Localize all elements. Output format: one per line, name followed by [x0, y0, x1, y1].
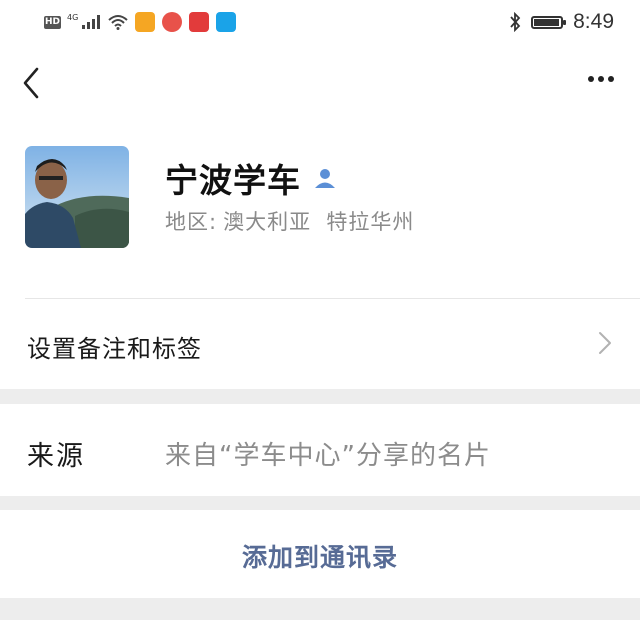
shop-app-icon: [189, 12, 210, 32]
video-app-icon: [135, 12, 156, 32]
section-gap: [0, 496, 640, 510]
set-remark-tags-label: 设置备注和标签: [27, 335, 202, 363]
status-time: 8:49: [573, 10, 614, 33]
status-bar-left: HD 4G: [44, 10, 237, 34]
source-row: 来源 来自“学车中心”分享的名片: [0, 404, 640, 496]
add-to-contacts-button[interactable]: 添加到通讯录: [0, 510, 640, 598]
avatar[interactable]: [25, 146, 129, 248]
signal-icon: [82, 15, 101, 29]
bluetooth-icon: [510, 12, 521, 32]
wifi-icon: [108, 15, 128, 30]
section-gap: [0, 389, 640, 404]
region: 地区: 澳大利亚 特拉华州: [165, 206, 414, 236]
region-label: 地区:: [165, 210, 218, 234]
chevron-right-icon: [599, 332, 611, 354]
region-value: 澳大利亚 特拉华州: [223, 210, 415, 234]
chevron-left-icon[interactable]: [20, 66, 42, 100]
add-to-contacts-label: 添加到通讯录: [241, 543, 398, 572]
source-value: 来自“学车中心”分享的名片: [165, 441, 491, 471]
more-horizontal-icon[interactable]: [588, 76, 614, 82]
profile-name: 宁波学车: [165, 161, 301, 200]
source-label: 来源: [27, 441, 85, 472]
nav-bar: [0, 44, 640, 120]
browser-app-icon: [162, 12, 183, 32]
status-bar-right: 8:49: [509, 9, 614, 35]
status-bar: HD 4G 8:49: [0, 0, 640, 44]
profile-header: 宁波学车 地区: 澳大利亚 特拉华州: [0, 120, 640, 300]
set-remark-tags-row[interactable]: 设置备注和标签: [0, 299, 640, 389]
search-app-icon: [216, 12, 237, 32]
name-row: 宁波学车: [165, 154, 337, 202]
hd-badge: HD: [44, 15, 61, 29]
battery-icon: [531, 15, 567, 29]
person-icon: [315, 169, 335, 188]
network-type-label: 4G: [67, 12, 79, 22]
section-gap: [0, 598, 640, 620]
